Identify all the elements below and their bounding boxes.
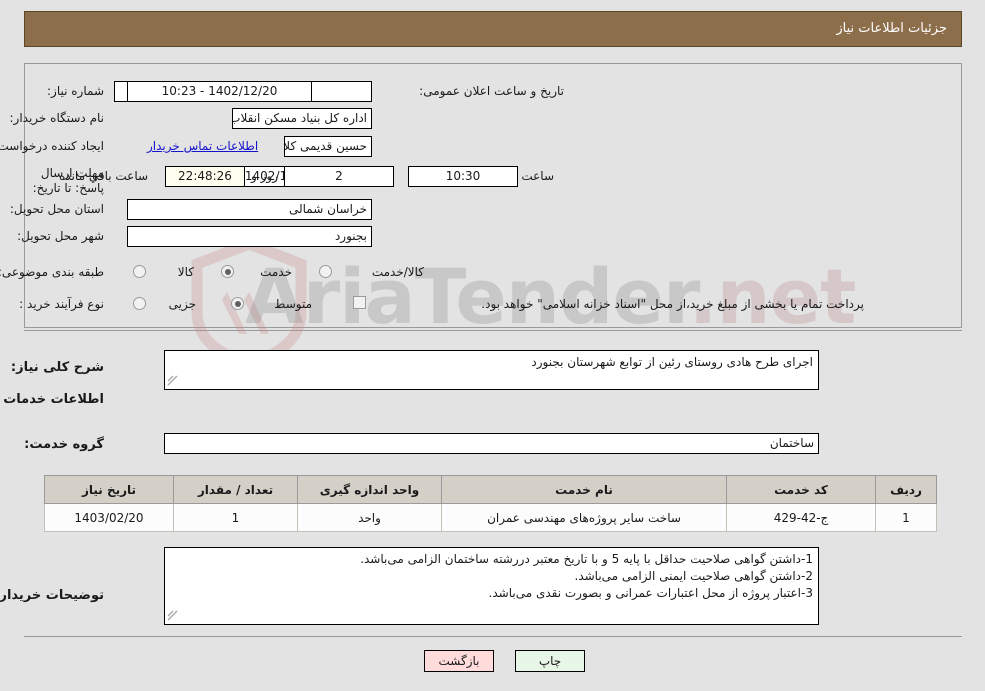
- section-divider-bottom: [25, 636, 963, 637]
- table-header-row: ردیف کد خدمت نام خدمت واحد اندازه گیری ت…: [45, 475, 938, 504]
- cell-service-code: ج-42-429: [727, 503, 877, 532]
- print-button[interactable]: چاپ: [516, 650, 586, 672]
- th-unit: واحد اندازه گیری: [298, 475, 443, 504]
- buyer-note-line-2: 2-داشتن گواهی صلاحیت ایمنی الزامی می‌باش…: [575, 569, 814, 583]
- public-announce-value: 1402/12/20 - 10:23: [128, 81, 313, 102]
- days-left-value: 2: [285, 166, 395, 187]
- checkbox-treasury-bonds[interactable]: [354, 296, 367, 309]
- back-button[interactable]: بازگشت: [425, 650, 495, 672]
- deadline-hour-value: 10:30: [409, 166, 519, 187]
- label-day-and: روز و: [252, 169, 279, 183]
- radio-purchase-jozei[interactable]: [134, 297, 147, 310]
- label-remaining: ساعت باقي مانده: [60, 169, 150, 183]
- radio-label-kala-khadamat: کالا/خدمت: [372, 265, 425, 279]
- services-section-title: اطلاعات خدمات مورد نیاز: [0, 392, 105, 407]
- need-description-value: اجرای طرح هادی روستای رئین از توابع شهرس…: [532, 355, 814, 369]
- buyer-note-line-3: 3-اعتبار پروژه از محل اعتبارات عمرانی و …: [489, 586, 814, 600]
- need-summary-panel: [25, 63, 963, 328]
- buyer-note-line-1: 1-داشتن گواهی صلاحیت حداقل با پایه 5 و ب…: [361, 552, 814, 566]
- cell-service-name: ساخت سایر پروژه‌های مهندسی عمران: [442, 503, 728, 532]
- label-service-group: گروه خدمت:: [25, 437, 105, 452]
- label-need-number: شماره نیاز:: [48, 84, 105, 98]
- th-quantity: تعداد / مقدار: [174, 475, 299, 504]
- countdown-value: 22:48:26: [166, 166, 246, 187]
- cell-row-no: 1: [876, 503, 938, 532]
- section-divider-top: [25, 330, 963, 331]
- label-buyer-notes: توضیحات خریدار:: [0, 588, 105, 603]
- radio-category-khadamat[interactable]: [222, 265, 235, 278]
- page-header-bar: جزئیات اطلاعات نیاز: [25, 11, 963, 47]
- cell-unit: واحد: [298, 503, 443, 532]
- cell-need-date: 1403/02/20: [45, 503, 175, 532]
- label-purchase-type: نوع فرآیند خرید :: [20, 297, 105, 311]
- label-need-description: شرح کلی نیاز:: [11, 360, 105, 375]
- page-title: جزئیات اطلاعات نیاز: [837, 21, 948, 36]
- need-description-textarea[interactable]: اجرای طرح هادی روستای رئین از توابع شهرس…: [165, 350, 820, 390]
- request-creator-value: حسین قدیمی کلاته حسابدار اداره کل بنیاد …: [285, 136, 373, 157]
- label-delivery-city: شهر محل تحویل:: [18, 229, 105, 243]
- services-table-wrapper: ردیف کد خدمت نام خدمت واحد اندازه گیری ت…: [45, 475, 938, 532]
- buyer-notes-textarea[interactable]: 1-داشتن گواهی صلاحیت حداقل با پایه 5 و ب…: [165, 547, 820, 625]
- radio-label-kala: کالا: [178, 265, 195, 279]
- th-service-name: نام خدمت: [442, 475, 728, 504]
- label-delivery-province: استان محل تحویل:: [10, 202, 105, 216]
- radio-category-kala-khadamat[interactable]: [320, 265, 333, 278]
- services-table: ردیف کد خدمت نام خدمت واحد اندازه گیری ت…: [45, 475, 938, 532]
- buyer-org-value: اداره کل بنیاد مسکن انقلاب اسلامی استان …: [233, 108, 373, 129]
- radio-label-khadamat: خدمت: [261, 265, 293, 279]
- checkbox-label-treasury-bonds: پرداخت تمام یا بخشی از مبلغ خرید،از محل …: [482, 297, 865, 311]
- delivery-city-value: بجنورد: [128, 226, 373, 247]
- radio-category-kala[interactable]: [134, 265, 147, 278]
- service-group-value: ساختمان: [165, 433, 820, 454]
- label-category: طبقه بندی موضوعی:: [0, 265, 105, 279]
- label-public-announce: تاریخ و ساعت اعلان عمومی:: [420, 84, 565, 98]
- th-need-date: تاریخ نیاز: [45, 475, 175, 504]
- resize-grip-icon[interactable]: [168, 375, 180, 387]
- resize-grip-icon[interactable]: [168, 610, 180, 622]
- label-request-creator: ایجاد کننده درخواست:: [0, 139, 105, 153]
- radio-purchase-motavaset[interactable]: [232, 297, 245, 310]
- cell-quantity: 1: [174, 503, 299, 532]
- label-hour: ساعت: [522, 169, 555, 183]
- th-service-code: کد خدمت: [727, 475, 877, 504]
- label-buyer-org: نام دستگاه خریدار:: [10, 111, 106, 125]
- delivery-province-value: خراسان شمالی: [128, 199, 373, 220]
- th-row-no: ردیف: [876, 475, 938, 504]
- table-row: 1 ج-42-429 ساخت سایر پروژه‌های مهندسی عم…: [45, 503, 938, 532]
- buyer-contact-link[interactable]: اطلاعات تماس خریدار: [148, 139, 259, 153]
